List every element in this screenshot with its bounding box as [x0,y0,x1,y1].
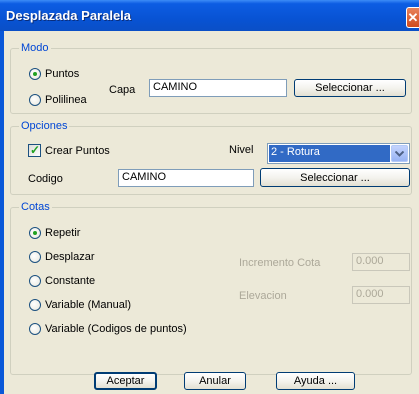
anular-button[interactable]: Anular [184,372,246,390]
polilinea-radio[interactable] [29,94,41,106]
polilinea-label[interactable]: Polilinea [45,94,87,107]
opciones-legend: Opciones [19,120,70,133]
window-title: Desplazada Paralela [6,8,132,23]
modo-group: Modo Puntos Polilinea Capa CAMINO Selecc… [10,42,412,114]
desplazar-radio[interactable] [29,251,41,263]
ayuda-button[interactable]: Ayuda ... [276,372,355,390]
variable-codigos-radio[interactable] [29,323,41,335]
aceptar-button[interactable]: Aceptar [94,372,157,390]
repetir-label[interactable]: Repetir [45,227,80,240]
capa-input[interactable]: CAMINO [149,79,287,97]
chevron-down-icon[interactable] [391,145,408,162]
cotas-legend: Cotas [19,201,52,214]
nivel-dropdown[interactable]: 2 - Rotura [267,143,410,164]
desplazar-label[interactable]: Desplazar [45,251,95,264]
nivel-label: Nivel [229,144,254,156]
crear-puntos-checkbox[interactable]: ✓ [28,143,41,157]
variable-manual-radio[interactable] [29,299,41,311]
variable-manual-label[interactable]: Variable (Manual) [45,299,131,312]
modo-seleccionar-button[interactable]: Seleccionar ... [294,79,406,97]
puntos-radio[interactable] [29,68,41,80]
title-bar[interactable]: Desplazada Paralela ✕ [0,0,419,31]
check-icon: ✓ [30,143,41,157]
incremento-cota-label: Incremento Cota [239,257,321,269]
modo-legend: Modo [19,42,51,55]
incremento-cota-input[interactable]: 0.000 [352,253,410,271]
cotas-group: Cotas Repetir Desplazar Constante Variab… [10,201,412,375]
close-icon: ✕ [407,10,419,25]
constante-label[interactable]: Constante [45,275,95,288]
constante-radio[interactable] [29,275,41,287]
puntos-label[interactable]: Puntos [45,68,79,81]
dialog-client-area: Modo Puntos Polilinea Capa CAMINO Selecc… [4,31,419,394]
codigo-input[interactable]: CAMINO [118,169,254,187]
repetir-radio[interactable] [29,227,41,239]
nivel-selected-value: 2 - Rotura [269,145,390,162]
crear-puntos-label[interactable]: Crear Puntos [45,145,110,158]
dialog-window: Desplazada Paralela ✕ Modo Puntos Polili… [0,0,419,394]
codigo-label: Codigo [28,173,63,185]
opciones-seleccionar-button[interactable]: Seleccionar ... [260,168,410,187]
elevacion-input[interactable]: 0.000 [352,286,410,304]
capa-label: Capa [109,84,136,96]
elevacion-label: Elevacion [239,290,287,302]
opciones-group: Opciones ✓ Crear Puntos Nivel 2 - Rotura… [10,120,412,195]
close-button[interactable]: ✕ [406,7,419,28]
variable-codigos-label[interactable]: Variable (Codigos de puntos) [45,323,187,336]
